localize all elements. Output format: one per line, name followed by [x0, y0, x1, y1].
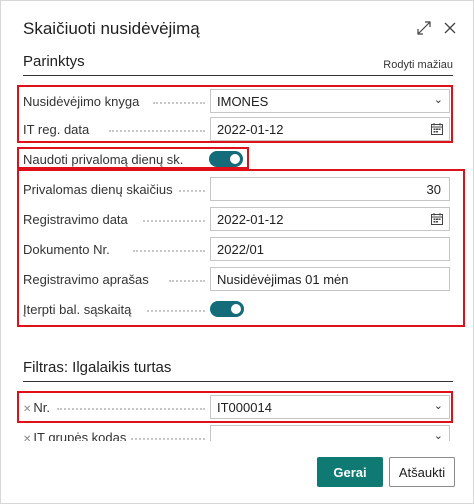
options-section-title[interactable]: Parinktys — [23, 53, 85, 70]
highlight-box — [17, 147, 249, 169]
close-icon[interactable] — [441, 19, 459, 37]
dotted-leader — [131, 438, 205, 440]
expand-icon[interactable] — [415, 19, 433, 37]
section-divider — [23, 381, 453, 382]
cancel-button[interactable]: Atšaukti — [389, 457, 455, 487]
dialog-content[interactable]: Parinktys Rodyti mažiau Nusidėvėjimo kny… — [1, 51, 473, 441]
dialog-title: Skaičiuoti nusidėvėjimą — [23, 19, 200, 38]
filter-fa-group-select[interactable]: ⌄ — [210, 425, 450, 441]
filter-section-title: Filtras: Ilgalaikis turtas — [23, 359, 172, 376]
highlight-box — [17, 85, 453, 143]
filter-fa-group-row: ✕ IT grupės kodas ⌄ — [23, 425, 453, 441]
chevron-down-icon[interactable]: ⌄ — [434, 429, 443, 441]
dialog: Skaičiuoti nusidėvėjimą Parinktys Rodyti… — [0, 0, 474, 504]
show-less-link[interactable]: Rodyti mažiau — [383, 59, 453, 71]
ok-button[interactable]: Gerai — [317, 457, 383, 487]
highlight-box — [17, 391, 453, 423]
section-divider — [23, 75, 453, 76]
highlight-box — [17, 169, 465, 327]
remove-filter-icon[interactable]: ✕ — [23, 434, 31, 441]
